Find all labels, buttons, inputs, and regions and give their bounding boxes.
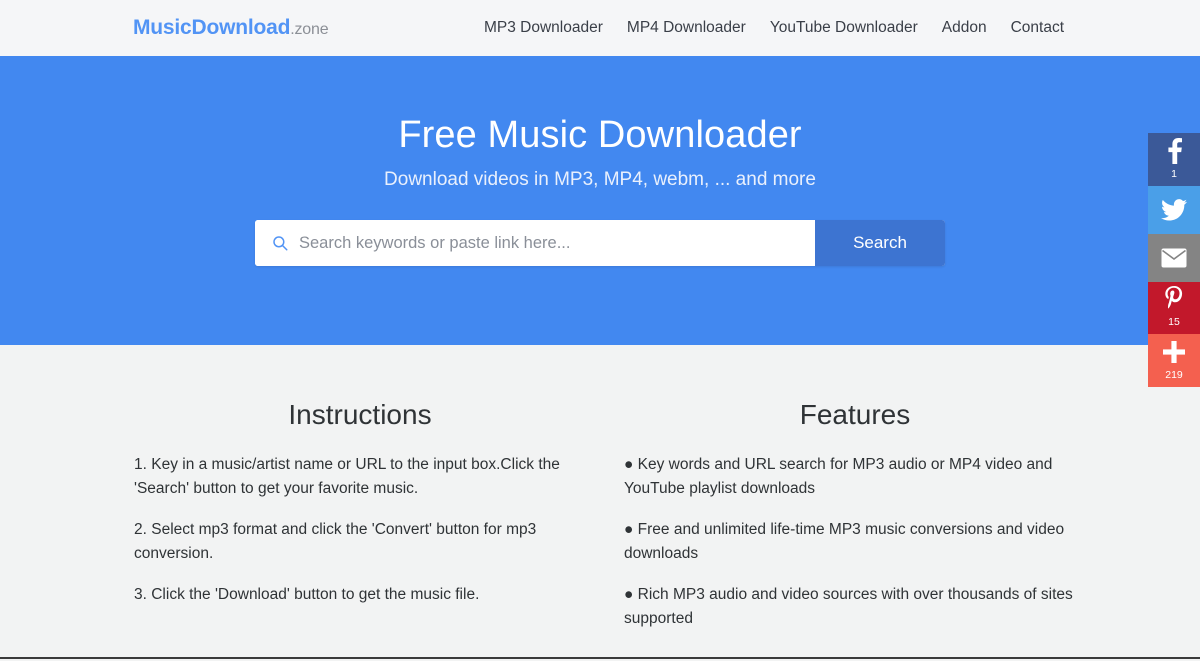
feature-item-1: ● Key words and URL search for MP3 audio…: [624, 456, 1053, 497]
features-heading: Features: [799, 399, 911, 430]
nav-item-contact[interactable]: Contact: [1011, 19, 1064, 37]
share-button-email[interactable]: [1148, 234, 1200, 282]
logo-tld: .zone: [290, 21, 329, 38]
search-field[interactable]: [255, 220, 815, 266]
social-share-sidebar: 1 15 219: [1148, 133, 1200, 387]
main-navigation: MP3 Downloader MP4 Downloader YouTube Do…: [484, 19, 1064, 37]
nav-item-mp3-downloader[interactable]: MP3 Downloader: [484, 19, 603, 37]
nav-item-mp4-downloader[interactable]: MP4 Downloader: [627, 19, 746, 37]
instruction-item-3: 3. Click the 'Download' button to get th…: [134, 586, 480, 603]
plus-icon: [1163, 334, 1185, 370]
share-button-twitter[interactable]: [1148, 186, 1200, 234]
search-icon: [273, 236, 288, 251]
share-button-facebook[interactable]: 1: [1148, 133, 1200, 186]
share-count-addthis: 219: [1165, 368, 1183, 381]
site-logo[interactable]: MusicDownload.zone: [133, 16, 329, 40]
page-bottom-rule: [0, 657, 1200, 659]
share-count-pinterest: 15: [1168, 315, 1180, 328]
logo-brand: MusicDownload: [133, 16, 291, 39]
search-bar: Search: [255, 220, 945, 266]
search-button[interactable]: Search: [815, 220, 945, 266]
share-count-facebook: 1: [1171, 167, 1177, 180]
site-header: MusicDownload.zone MP3 Downloader MP4 Do…: [0, 0, 1200, 56]
instruction-item-1: 1. Key in a music/artist name or URL to …: [134, 456, 560, 497]
instruction-item-2: 2. Select mp3 format and click the 'Conv…: [134, 521, 537, 562]
search-input[interactable]: [299, 220, 815, 266]
page-title: Free Music Downloader: [398, 114, 802, 156]
facebook-icon: [1167, 133, 1182, 169]
content-section: Instructions 1. Key in a music/artist na…: [0, 345, 1200, 661]
twitter-icon: [1161, 186, 1187, 234]
email-icon: [1161, 234, 1187, 282]
instructions-column: Instructions 1. Key in a music/artist na…: [120, 399, 600, 661]
nav-item-youtube-downloader[interactable]: YouTube Downloader: [770, 19, 918, 37]
feature-item-2: ● Free and unlimited life-time MP3 music…: [624, 521, 1065, 562]
share-button-pinterest[interactable]: 15: [1148, 282, 1200, 334]
share-button-addthis[interactable]: 219: [1148, 334, 1200, 387]
features-column: Features ● Key words and URL search for …: [615, 399, 1095, 661]
hero-section: Free Music Downloader Download videos in…: [0, 56, 1200, 345]
nav-item-addon[interactable]: Addon: [942, 19, 987, 37]
hero-subtitle: Download videos in MP3, MP4, webm, ... a…: [384, 169, 816, 190]
feature-item-3: ● Rich MP3 audio and video sources with …: [624, 586, 1073, 627]
pinterest-icon: [1164, 282, 1184, 317]
instructions-heading: Instructions: [288, 399, 432, 430]
